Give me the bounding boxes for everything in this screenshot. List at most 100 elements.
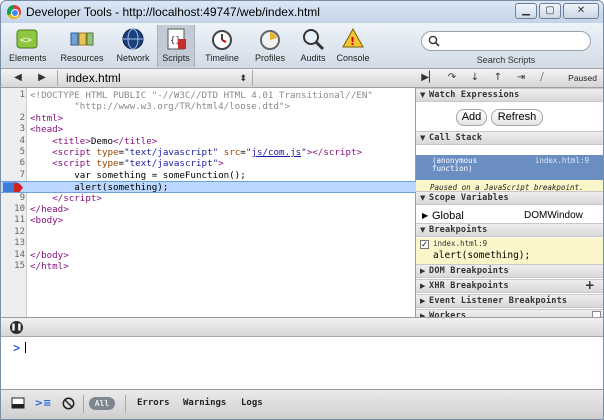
line-number[interactable]: 13	[1, 238, 25, 249]
line-number[interactable]: 15	[1, 261, 25, 272]
tab-timeline[interactable]: Timeline	[201, 25, 243, 67]
chrome-logo-icon	[7, 5, 21, 19]
code-line[interactable]: 12	[1, 227, 416, 238]
filter-errors[interactable]: Errors	[137, 398, 170, 408]
code-line[interactable]: 13	[1, 238, 416, 249]
breakpoints-header[interactable]: ▼ Breakpoints	[416, 223, 603, 237]
watch-expressions-header[interactable]: ▼ Watch Expressions	[416, 88, 603, 102]
watch-expressions-title: Watch Expressions	[429, 90, 520, 100]
search-scripts-box[interactable]	[421, 31, 591, 51]
line-number[interactable]: 3	[1, 124, 25, 135]
call-frame-selected[interactable]: (anonymous function) index.html:9	[416, 155, 603, 180]
forward-arrow-icon[interactable]: ▶	[33, 71, 51, 85]
deactivate-breakpoints-icon[interactable]: ⧸	[532, 71, 552, 85]
line-number[interactable]: 14	[1, 250, 25, 261]
line-number[interactable]: 2	[1, 113, 25, 124]
code-text: <title>Demo</title>	[52, 135, 158, 147]
breakpoint-checkbox[interactable]: ✓	[420, 240, 429, 249]
line-number[interactable]: 7	[1, 170, 25, 181]
scope-name: Global	[432, 210, 464, 222]
console-pane[interactable]: >	[1, 337, 603, 389]
title-bar: Developer Tools - http://localhost:49747…	[1, 1, 603, 23]
breakpoints-title: Breakpoints	[429, 225, 488, 235]
tab-audits[interactable]: Audits	[297, 25, 329, 67]
clear-console-icon[interactable]	[59, 397, 77, 411]
line-number[interactable]: 1	[1, 90, 25, 101]
step-out-icon[interactable]: ↑	[488, 71, 508, 85]
tab-network[interactable]: Network	[114, 25, 152, 67]
code-line[interactable]: 5 <script type="text/javascript" src="js…	[1, 147, 416, 158]
refresh-watch-button[interactable]: Refresh	[491, 109, 543, 126]
code-line[interactable]: "http://www.w3.org/TR/html4/loose.dtd">	[1, 101, 416, 112]
step-into-icon[interactable]: ↓	[465, 71, 485, 85]
code-line[interactable]: 4 <title>Demo</title>	[1, 136, 416, 147]
breakpoint-item[interactable]: ✓ index.html:9 alert(something);	[416, 238, 603, 264]
dom-breakpoints-header[interactable]: ▶ DOM Breakpoints	[416, 264, 603, 278]
tab-profiles[interactable]: Profiles	[249, 25, 291, 67]
tab-scripts[interactable]: {} Scripts	[157, 25, 195, 67]
event-listener-breakpoints-header[interactable]: ▶ Event Listener Breakpoints	[416, 294, 603, 308]
maximize-button[interactable]: ▢	[539, 3, 561, 19]
line-number[interactable]: 10	[1, 204, 25, 215]
search-scripts-input[interactable]	[442, 34, 582, 48]
line-number[interactable]: 6	[1, 158, 25, 169]
add-watch-button[interactable]: Add	[456, 109, 487, 126]
code-line[interactable]: 10 </head>	[1, 204, 416, 215]
code-line[interactable]: 7 var something = someFunction();	[1, 170, 416, 181]
execution-line[interactable]: 8 alert(something);	[1, 181, 416, 193]
tab-console-label: Console	[336, 53, 370, 63]
add-xhr-breakpoint-icon[interactable]: +	[585, 279, 595, 291]
filter-all[interactable]: All	[89, 397, 115, 410]
profiles-icon	[258, 27, 282, 51]
resources-icon	[70, 27, 94, 51]
toggle-breakpoints-icon[interactable]: ⇥	[511, 71, 531, 85]
line-number[interactable]: 4	[1, 136, 25, 147]
code-text: <head>	[30, 124, 64, 136]
back-arrow-icon[interactable]: ◀	[9, 71, 27, 85]
dock-icon[interactable]	[9, 397, 27, 411]
code-line[interactable]: 2 <html>	[1, 113, 416, 124]
code-line[interactable]: 9 </script>	[1, 193, 416, 204]
scope-global-row[interactable]: ▶ Global DOMWindow	[416, 209, 603, 223]
code-line[interactable]: 11 <body>	[1, 215, 416, 226]
expanded-triangle-icon: ▼	[420, 194, 426, 202]
code-editor[interactable]: 1 <!DOCTYPE HTML PUBLIC "-//W3C//DTD HTML…	[1, 88, 416, 317]
line-number[interactable]: 9	[1, 193, 25, 204]
tab-elements-label: Elements	[9, 53, 47, 63]
xhr-breakpoints-header[interactable]: ▶ XHR Breakpoints +	[416, 279, 603, 293]
code-text: </script>	[52, 192, 102, 204]
console-divider-bar: ❚❚	[1, 317, 603, 337]
code-text: </html>	[30, 261, 69, 272]
console-toggle-icon[interactable]: >≡	[34, 397, 52, 411]
file-select[interactable]: index.html ⬍	[57, 70, 253, 86]
code-text: </body>	[30, 249, 69, 261]
tab-console[interactable]: ! Console	[335, 25, 371, 67]
code-line[interactable]: 15 </html>	[1, 261, 416, 272]
collapsed-triangle-icon: ▶	[420, 267, 426, 275]
code-line[interactable]: 3 <head>	[1, 124, 416, 135]
pause-icon[interactable]: ❚❚	[10, 321, 23, 334]
collapsed-triangle-icon: ▶	[422, 211, 429, 220]
resume-icon[interactable]: ▶▏	[419, 71, 439, 85]
code-line[interactable]: 6 <script type="text/javascript">	[1, 158, 416, 169]
tab-elements[interactable]: <> Elements	[9, 25, 47, 67]
close-window-button[interactable]: ✕	[563, 3, 599, 19]
code-line[interactable]: 14 </body>	[1, 250, 416, 261]
line-number[interactable]: 11	[1, 215, 25, 226]
filter-warnings[interactable]: Warnings	[183, 398, 226, 408]
line-number[interactable]: 5	[1, 147, 25, 158]
window-title: Developer Tools - http://localhost:49747…	[26, 5, 320, 19]
separator	[83, 395, 84, 413]
scope-variables-header[interactable]: ▼ Scope Variables	[416, 191, 603, 205]
tab-resources[interactable]: Resources	[59, 25, 105, 67]
step-over-icon[interactable]: ↷	[442, 71, 462, 85]
minimize-button[interactable]: ▁	[515, 3, 537, 19]
filter-logs[interactable]: Logs	[241, 398, 263, 408]
code-line[interactable]: 1 <!DOCTYPE HTML PUBLIC "-//W3C//DTD HTML…	[1, 90, 416, 101]
dom-breakpoints-title: DOM Breakpoints	[429, 266, 509, 276]
collapsed-triangle-icon: ▶	[420, 297, 426, 305]
paused-status: Paused	[568, 73, 597, 83]
line-number[interactable]: 12	[1, 227, 25, 238]
call-stack-header[interactable]: ▼ Call Stack	[416, 131, 603, 145]
code-text: <html>	[30, 112, 64, 124]
